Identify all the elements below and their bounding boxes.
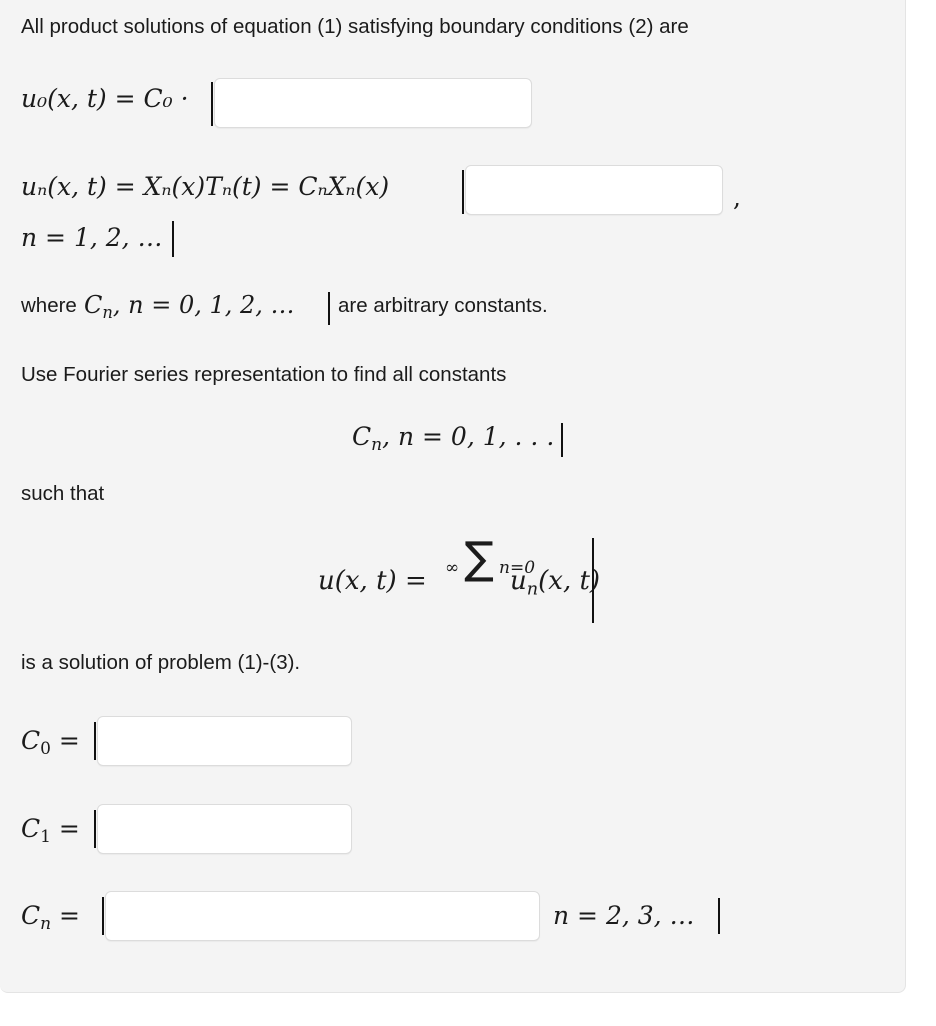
series-rhs-u: u	[510, 566, 527, 596]
answer-input-cn[interactable]	[105, 891, 540, 941]
intro-line: All product solutions of equation (1) sa…	[21, 15, 689, 38]
where-line-math: Cn, n = 0, 1, 2, …	[84, 293, 295, 321]
sigma-icon: ∑	[464, 533, 494, 584]
series-rhs-rest: (x, t)	[538, 566, 601, 596]
constants-display-sub: n	[371, 435, 383, 456]
answer-input-c0[interactable]	[97, 716, 352, 766]
answer-label-c0: C0 =	[21, 728, 80, 758]
equation-un-text: uₙ(x, t) = Xₙ(x)Tₙ(t) = CₙXₙ(x)	[21, 172, 390, 201]
caret-cn	[102, 897, 104, 935]
answer-input-un[interactable]	[465, 165, 723, 215]
answer-cn-range: n = 2, 3, …	[553, 901, 695, 930]
where-line-sub: n	[102, 302, 113, 322]
answer-input-c1[interactable]	[97, 804, 352, 854]
closing-line: is a solution of problem (1)-(3).	[21, 651, 301, 674]
caret-where-line	[328, 292, 330, 325]
answer-label-cn-equals: =	[59, 901, 80, 930]
answer-label-cn-c: C	[21, 901, 41, 930]
equation-un-label: uₙ(x, t) = Xₙ(x)Tₙ(t) = CₙXₙ(x)	[21, 174, 389, 199]
caret-constants-display	[561, 423, 563, 457]
where-line-c: C	[84, 291, 103, 319]
answer-label-c1-c: C	[21, 814, 41, 843]
answer-label-c0-equals: =	[58, 726, 80, 755]
constants-display-rest: , n = 0, 1, . . .	[382, 422, 555, 451]
constants-display: Cn, n = 0, 1, . . .	[352, 424, 554, 454]
where-line-suffix: are arbitrary constants.	[338, 294, 548, 317]
summation-symbol-stack: ∞ ∑ n=0	[445, 537, 535, 581]
series-lhs: u(x, t) =	[318, 566, 427, 596]
answer-label-c0-c: C	[21, 726, 41, 755]
equation-un-index: n = 1, 2, …	[21, 223, 163, 252]
caret-c0	[94, 722, 96, 760]
where-line-prefix: where	[21, 294, 77, 317]
answer-label-c1-sub: 1	[40, 827, 51, 848]
caret-c1	[94, 810, 96, 848]
caret-un-index	[172, 221, 174, 257]
answer-label-c0-sub: 0	[40, 739, 51, 760]
equation-u0-text: u₀(x, t) = C₀ ·	[21, 84, 189, 113]
series-rhs-sub: n	[526, 579, 539, 600]
such-that-line: such that	[21, 482, 105, 505]
summation-upper-limit: ∞	[445, 558, 460, 578]
where-line-rest: , n = 0, 1, 2, …	[112, 291, 295, 319]
constants-display-c: C	[352, 422, 372, 451]
answer-label-c1-equals: =	[58, 814, 80, 843]
series-rhs: un(x, t)	[510, 566, 600, 599]
equation-u0-label: u₀(x, t) = C₀ ·	[21, 86, 189, 111]
answer-input-u0[interactable]	[214, 78, 532, 128]
caret-cn-range	[718, 898, 720, 934]
equation-un-trailing-comma: ,	[733, 183, 741, 212]
caret-series	[592, 538, 594, 623]
caret-un	[462, 170, 464, 214]
answer-label-cn-sub: n	[40, 914, 52, 935]
fourier-line: Use Fourier series representation to fin…	[21, 363, 507, 386]
caret-u0	[211, 82, 213, 126]
answer-label-c1: C1 =	[21, 816, 80, 846]
answer-label-cn: Cn =	[21, 903, 80, 933]
